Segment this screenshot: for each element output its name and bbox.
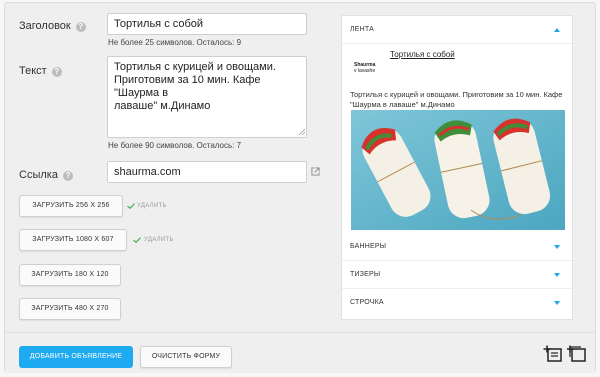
title-hint: Не более 25 символов. Осталось: 9 (108, 38, 242, 47)
resize-handle-icon[interactable] (298, 128, 306, 136)
link-input[interactable]: shaurma.com (107, 161, 307, 183)
title-label: Заголовок? (19, 20, 86, 32)
help-icon[interactable]: ? (62, 171, 73, 181)
external-link-icon[interactable] (311, 167, 320, 176)
delete-1080-link[interactable]: УДАЛИТЬ (144, 237, 174, 243)
delete-256-link[interactable]: УДАЛИТЬ (137, 203, 167, 209)
caret-up-icon (554, 28, 560, 32)
help-icon[interactable]: ? (75, 22, 86, 32)
upload-1080-button[interactable]: ЗАГРУЗИТЬ 1080 X 607 (19, 229, 127, 251)
section-feed-header[interactable]: ЛЕНТА (342, 16, 572, 44)
caret-down-icon (554, 301, 560, 305)
shop-logo: Shaurma v lavashe (354, 62, 376, 74)
clear-form-button[interactable]: ОЧИСТИТЬ ФОРМУ (140, 346, 232, 368)
section-line-header[interactable]: СТРОЧКА (342, 289, 572, 317)
check-icon (133, 237, 141, 243)
section-banners-header[interactable]: БАННЕРЫ (342, 233, 572, 261)
feed-ad-preview: Shaurma v lavashe Тортилья с собой Торти… (342, 44, 572, 232)
ad-text: Тортилья с курицей и овощами. Приготовим… (350, 90, 563, 109)
ad-editor-card: Заголовок? Тортилья с собой Не более 25 … (4, 2, 596, 373)
text-label: Текст? (19, 65, 62, 77)
add-ad-button[interactable]: ДОБАВИТЬ ОБЪЯВЛЕНИЕ (19, 346, 133, 368)
upload-180-button[interactable]: ЗАГРУЗИТЬ 180 X 120 (19, 264, 121, 286)
section-teasers-header[interactable]: ТИЗЕРЫ (342, 261, 572, 289)
upload-480-button[interactable]: ЗАГРУЗИТЬ 480 X 270 (19, 298, 121, 320)
title-input[interactable]: Тортилья с собой (107, 13, 307, 35)
caret-down-icon (554, 273, 560, 277)
preview-panel: ЛЕНТА Shaurma v lavashe Тортилья с собой… (341, 15, 573, 320)
form-footer: ДОБАВИТЬ ОБЪЯВЛЕНИЕ ОЧИСТИТЬ ФОРМУ (5, 332, 595, 373)
help-icon[interactable]: ? (51, 67, 62, 77)
caret-down-icon (554, 245, 560, 249)
ad-title-link[interactable]: Тортилья с собой (390, 50, 455, 59)
ad-image (351, 110, 565, 230)
upload-256-button[interactable]: ЗАГРУЗИТЬ 256 X 256 (19, 195, 123, 217)
text-textarea[interactable]: Тортилья с курицей и овощами. Приготовим… (107, 56, 307, 138)
text-hint: Не более 90 символов. Осталось: 7 (108, 141, 242, 150)
link-label: Ссылка? (19, 169, 73, 181)
check-icon (127, 203, 135, 209)
copy-ad-icon[interactable] (567, 345, 587, 363)
add-ad-icon[interactable] (543, 345, 563, 363)
